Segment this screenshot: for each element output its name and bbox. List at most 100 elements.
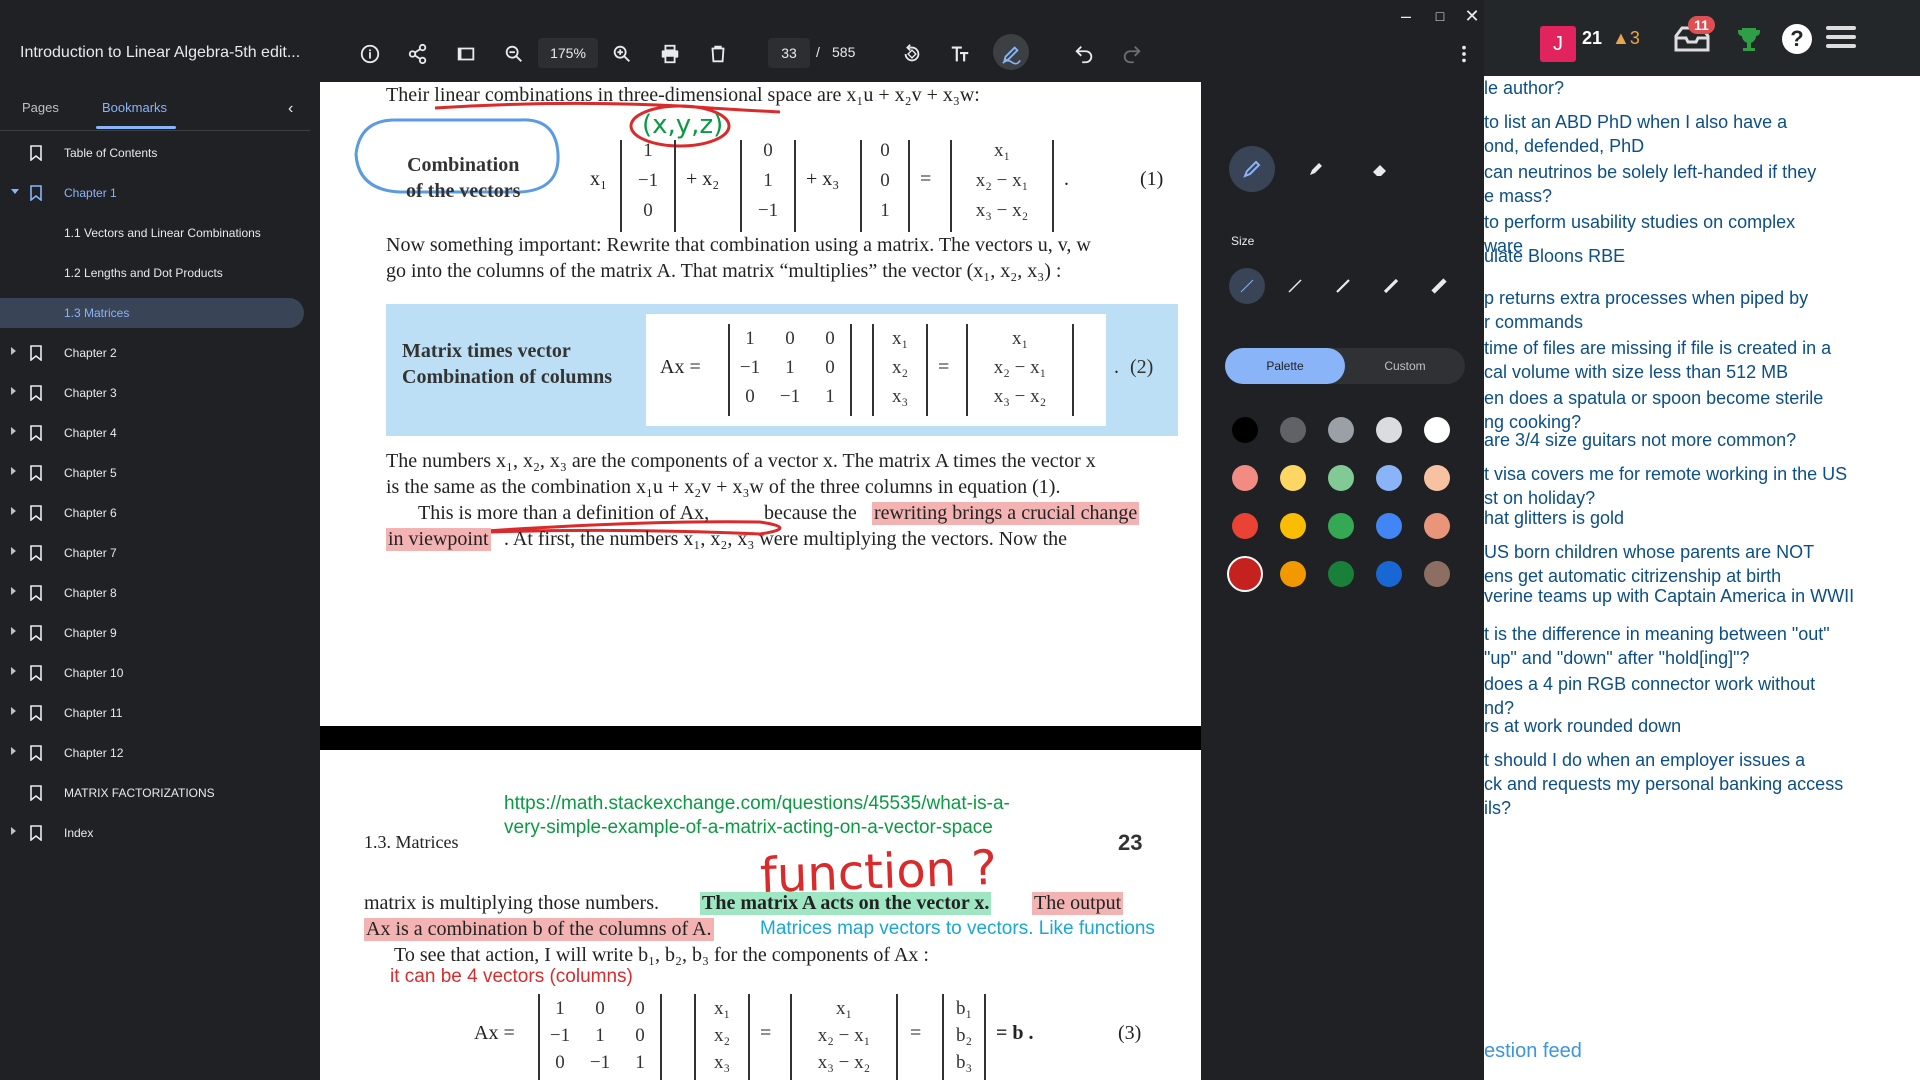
question-feed-link[interactable]: estion feed xyxy=(1484,1040,1582,1063)
expanded-arrow-icon[interactable] xyxy=(11,189,19,194)
color-swatch[interactable] xyxy=(1424,513,1450,539)
annotate-pen-icon[interactable] xyxy=(997,40,1025,68)
hot-question-link[interactable]: le author? xyxy=(1484,76,1904,100)
delete-icon[interactable] xyxy=(704,40,732,68)
color-swatch[interactable] xyxy=(1232,465,1258,491)
pen-icon[interactable] xyxy=(1229,146,1275,192)
bookmark-item[interactable]: Chapter 8 xyxy=(0,578,304,608)
color-swatch[interactable] xyxy=(1227,556,1263,592)
bookmark-item[interactable]: Chapter 12 xyxy=(0,738,304,768)
bookmark-item[interactable]: 1.3 Matrices xyxy=(0,298,304,328)
bookmark-item[interactable]: Chapter 1 xyxy=(0,178,304,208)
zoom-in-icon[interactable] xyxy=(608,40,636,68)
expand-arrow-icon[interactable] xyxy=(11,507,16,515)
hot-question-link[interactable]: hat glitters is gold xyxy=(1484,506,1904,530)
tab-bookmarks[interactable]: Bookmarks xyxy=(102,100,167,115)
highlighter-icon[interactable] xyxy=(1293,146,1339,192)
help-icon[interactable]: ? xyxy=(1782,24,1812,54)
text-icon[interactable] xyxy=(946,40,974,68)
color-swatch[interactable] xyxy=(1232,513,1258,539)
hot-question-link[interactable]: US born children whose parents are NOT e… xyxy=(1484,540,1904,588)
share-icon[interactable] xyxy=(404,40,432,68)
color-swatch[interactable] xyxy=(1424,417,1450,443)
expand-arrow-icon[interactable] xyxy=(11,667,16,675)
redo-icon[interactable] xyxy=(1118,40,1146,68)
color-swatch[interactable] xyxy=(1280,513,1306,539)
eraser-icon[interactable] xyxy=(1357,146,1403,192)
hot-question-link[interactable]: verine teams up with Captain America in … xyxy=(1484,584,1904,608)
close-button[interactable]: ✕ xyxy=(1460,4,1484,28)
hot-question-link[interactable]: ulate Bloons RBE xyxy=(1484,244,1904,268)
hot-question-link[interactable]: are 3/4 size guitars not more common? xyxy=(1484,428,1904,452)
bookmark-item[interactable]: MATRIX FACTORIZATIONS xyxy=(0,778,304,808)
trophy-icon[interactable] xyxy=(1734,24,1764,54)
color-swatch[interactable] xyxy=(1376,465,1402,491)
expand-arrow-icon[interactable] xyxy=(11,547,16,555)
bookmark-item[interactable]: Chapter 2 xyxy=(0,338,304,368)
hot-question-link[interactable]: to list an ABD PhD when I also have a on… xyxy=(1484,110,1904,158)
zoom-level[interactable]: 175% xyxy=(538,38,598,68)
color-swatch[interactable] xyxy=(1328,513,1354,539)
bookmark-item[interactable]: Chapter 3 xyxy=(0,378,304,408)
color-swatch[interactable] xyxy=(1376,513,1402,539)
collapse-sidebar-icon[interactable]: ‹ xyxy=(288,100,293,118)
expand-arrow-icon[interactable] xyxy=(11,747,16,755)
custom-tab[interactable]: Custom xyxy=(1345,348,1465,384)
inbox-icon[interactable]: 11 xyxy=(1672,16,1715,56)
size-option-3[interactable] xyxy=(1325,268,1361,304)
undo-icon[interactable] xyxy=(1070,40,1098,68)
palette-tab[interactable]: Palette xyxy=(1225,348,1345,384)
color-swatch[interactable] xyxy=(1328,417,1354,443)
hot-question-link[interactable]: rs at work rounded down xyxy=(1484,714,1904,738)
print-icon[interactable] xyxy=(656,40,684,68)
expand-arrow-icon[interactable] xyxy=(11,707,16,715)
color-swatch[interactable] xyxy=(1424,561,1450,587)
color-swatch[interactable] xyxy=(1280,417,1306,443)
color-swatch[interactable] xyxy=(1280,561,1306,587)
bookmark-item[interactable]: Chapter 6 xyxy=(0,498,304,528)
bookmark-item[interactable]: Chapter 11 xyxy=(0,698,304,728)
color-swatch[interactable] xyxy=(1424,465,1450,491)
expand-arrow-icon[interactable] xyxy=(11,347,16,355)
bookmark-item[interactable]: Chapter 4 xyxy=(0,418,304,448)
color-swatch[interactable] xyxy=(1328,465,1354,491)
color-swatch[interactable] xyxy=(1232,417,1258,443)
info-icon[interactable] xyxy=(356,40,384,68)
bookmark-item[interactable]: Index xyxy=(0,818,304,848)
hot-question-link[interactable]: en does a spatula or spoon become steril… xyxy=(1484,386,1904,434)
bookmark-item[interactable]: Chapter 5 xyxy=(0,458,304,488)
expand-arrow-icon[interactable] xyxy=(11,627,16,635)
size-option-5[interactable] xyxy=(1421,268,1457,304)
expand-arrow-icon[interactable] xyxy=(11,387,16,395)
bookmark-item[interactable]: Chapter 7 xyxy=(0,538,304,568)
zoom-out-icon[interactable] xyxy=(500,40,528,68)
bookmark-item[interactable]: Chapter 9 xyxy=(0,618,304,648)
hot-question-link[interactable]: time of files are missing if file is cre… xyxy=(1484,336,1904,384)
fit-page-icon[interactable] xyxy=(452,40,480,68)
current-page-input[interactable]: 33 xyxy=(768,38,810,68)
tab-pages[interactable]: Pages xyxy=(22,100,59,115)
user-avatar[interactable]: J xyxy=(1540,26,1576,62)
hot-question-link[interactable]: can neutrinos be solely left-handed if t… xyxy=(1484,160,1904,208)
more-options-icon[interactable] xyxy=(1450,40,1478,68)
bookmark-item[interactable]: Chapter 10 xyxy=(0,658,304,688)
bookmark-item[interactable]: 1.1 Vectors and Linear Combinations xyxy=(0,218,304,248)
hot-question-link[interactable]: t is the difference in meaning between "… xyxy=(1484,622,1904,670)
expand-arrow-icon[interactable] xyxy=(11,587,16,595)
hamburger-menu-icon[interactable] xyxy=(1826,26,1856,52)
expand-arrow-icon[interactable] xyxy=(11,427,16,435)
hot-question-link[interactable]: t visa covers me for remote working in t… xyxy=(1484,462,1904,510)
hot-question-link[interactable]: t should I do when an employer issues a … xyxy=(1484,748,1904,820)
color-swatch[interactable] xyxy=(1280,465,1306,491)
color-swatch[interactable] xyxy=(1376,417,1402,443)
expand-arrow-icon[interactable] xyxy=(11,827,16,835)
hot-question-link[interactable]: does a 4 pin RGB connector work without … xyxy=(1484,672,1904,720)
maximize-button[interactable]: □ xyxy=(1428,4,1452,28)
bookmark-item[interactable]: 1.2 Lengths and Dot Products xyxy=(0,258,304,288)
minimize-button[interactable]: – xyxy=(1394,4,1418,28)
size-option-2[interactable] xyxy=(1277,268,1313,304)
size-option-1[interactable] xyxy=(1229,268,1265,304)
rotate-icon[interactable] xyxy=(898,40,926,68)
size-option-4[interactable] xyxy=(1373,268,1409,304)
hot-question-link[interactable]: p returns extra processes when piped by … xyxy=(1484,286,1904,334)
